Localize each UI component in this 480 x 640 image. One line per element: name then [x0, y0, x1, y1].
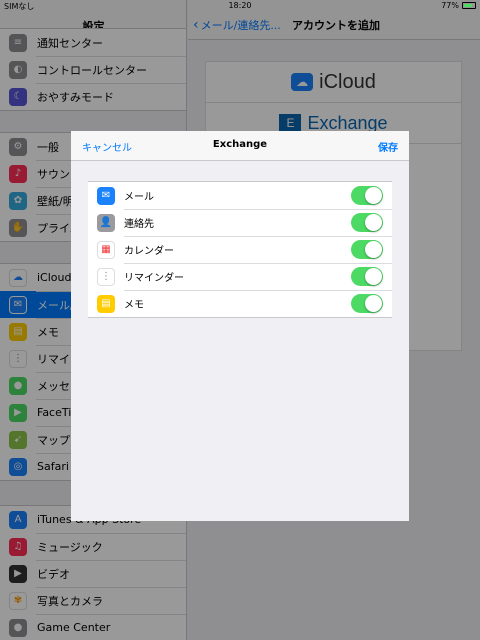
sync-item-label: 連絡先	[124, 219, 154, 230]
contacts-icon: 👤	[97, 213, 115, 232]
reminders-icon: ⋮	[97, 267, 115, 286]
calendar-icon: ▦	[97, 240, 115, 259]
clock: 18:20	[228, 1, 252, 10]
sync-item-notes: ▤ メモ	[88, 290, 392, 317]
sync-item-mail: ✉ メール	[88, 182, 392, 209]
sync-item-calendar: ▦ カレンダー	[88, 236, 392, 263]
sync-item-contacts: 👤 連絡先	[88, 209, 392, 236]
mail-icon: ✉	[97, 186, 115, 205]
status-bar: SIMなし 18:20 77%	[0, 0, 480, 12]
sync-item-reminders: ⋮ リマインダー	[88, 263, 392, 290]
battery-percent: 77%	[441, 1, 459, 10]
sync-item-label: メール	[124, 192, 154, 203]
sync-item-label: メモ	[124, 300, 144, 311]
status-right: 77%	[441, 1, 476, 10]
battery-icon	[462, 2, 476, 9]
calendar-toggle[interactable]	[351, 240, 383, 259]
notes-icon: ▤	[97, 294, 115, 313]
notes-toggle[interactable]	[351, 294, 383, 313]
sync-options-list: ✉ メール 👤 連絡先 ▦ カレンダー ⋮ リマインダー ▤ メモ	[88, 181, 392, 318]
exchange-modal: キャンセル Exchange 保存 ✉ メール 👤 連絡先 ▦ カレンダー ⋮ …	[71, 131, 409, 521]
contacts-toggle[interactable]	[351, 213, 383, 232]
sync-item-label: カレンダー	[124, 246, 174, 257]
save-button[interactable]: 保存	[378, 139, 398, 154]
sync-item-label: リマインダー	[124, 273, 184, 284]
mail-toggle[interactable]	[351, 186, 383, 205]
reminders-toggle[interactable]	[351, 267, 383, 286]
modal-title: Exchange	[212, 139, 268, 150]
